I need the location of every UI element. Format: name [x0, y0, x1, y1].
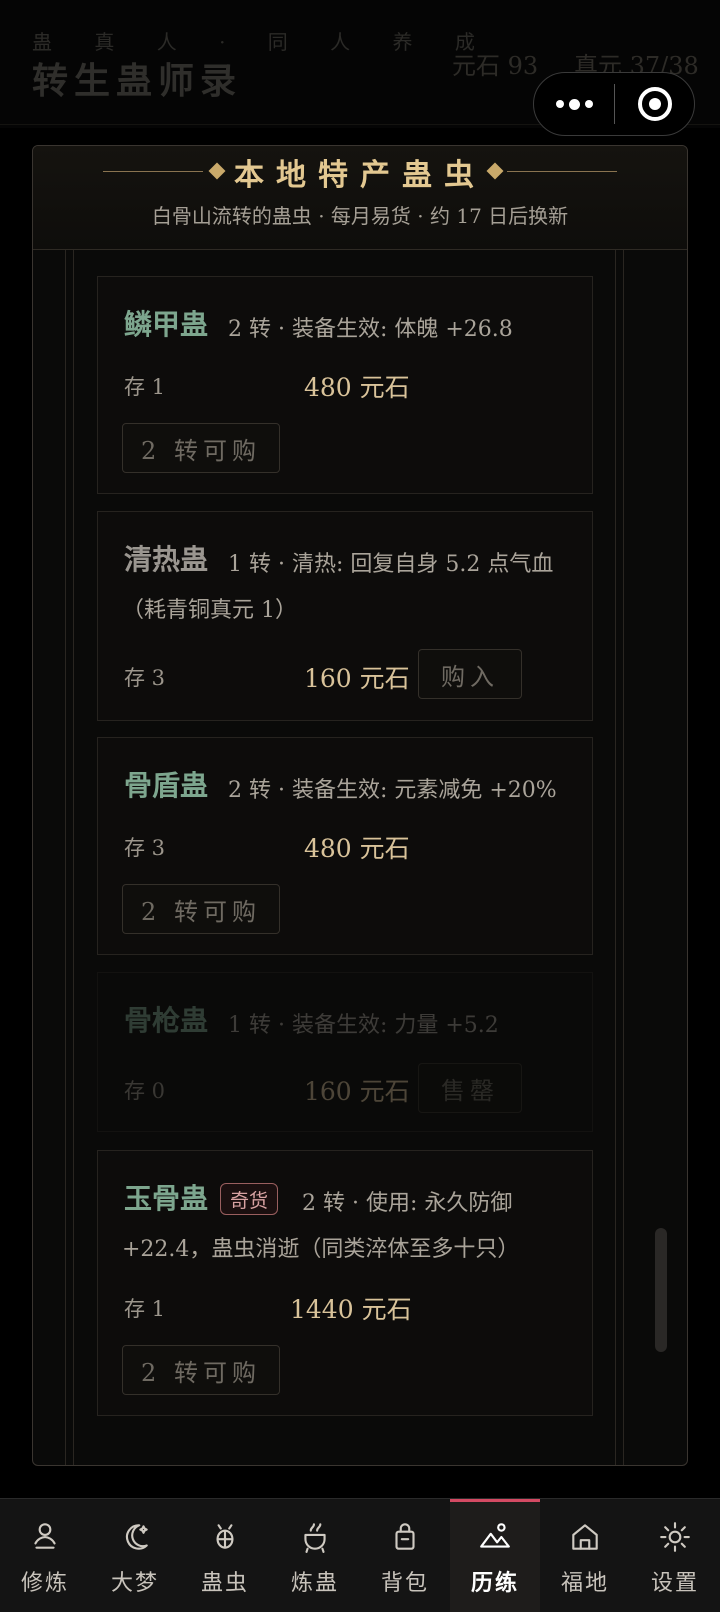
panel-header: 本地特产蛊虫 白骨山流转的蛊虫 · 每月易货 · 约 17 日后换新	[33, 146, 687, 250]
list-item: 玉骨蛊 奇货 2 转 · 使用: 永久防御 +22.4，蛊虫消逝（同类淬体至多十…	[97, 1150, 593, 1416]
local-specialty-panel: 本地特产蛊虫 白骨山流转的蛊虫 · 每月易货 · 约 17 日后换新 鳞甲蛊 2…	[32, 145, 688, 1466]
sold-out-button[interactable]: 售罄	[418, 1063, 522, 1113]
buy-button[interactable]: 2 转可购	[122, 884, 280, 934]
bag-icon	[387, 1519, 423, 1555]
list-item: 骨枪蛊 1 转 · 装备生效: 力量 +5.2 存 0 160 元石 售罄	[97, 972, 593, 1132]
item-name: 骨盾蛊	[124, 769, 209, 802]
tab-trial[interactable]: 历练	[450, 1499, 540, 1612]
item-description: 2 转 · 装备生效: 元素减免 +20%	[228, 778, 557, 803]
house-icon	[567, 1519, 603, 1555]
item-price: 1440 元石	[290, 1295, 412, 1324]
tab-cultivate[interactable]: 修炼	[0, 1499, 90, 1612]
person-icon	[27, 1519, 63, 1555]
item-name: 清热蛊	[124, 543, 209, 576]
item-stock: 存 3	[124, 666, 166, 690]
mountain-icon	[477, 1519, 513, 1555]
bottom-tab-bar: 修炼 大梦 蛊虫 炼蛊 背包 历练 福地 设置	[0, 1498, 720, 1612]
item-description: 1 转 · 装备生效: 力量 +5.2	[228, 1013, 499, 1038]
item-stock: 存 1	[124, 375, 166, 399]
item-name: 玉骨蛊	[124, 1182, 209, 1215]
tab-blessed-land[interactable]: 福地	[540, 1499, 630, 1612]
miniprogram-capsule	[533, 72, 695, 136]
item-description: 1 转 · 清热: 回复自身 5.2 点气血	[228, 552, 554, 577]
tab-label: 福地	[560, 1571, 609, 1596]
list-item: 骨盾蛊 2 转 · 装备生效: 元素减免 +20% 存 3 480 元石 2 转…	[97, 737, 593, 955]
panel-subtitle: 白骨山流转的蛊虫 · 每月易货 · 约 17 日后换新	[151, 204, 569, 228]
tab-label: 蛊虫	[200, 1571, 249, 1596]
panel-rail-right-inner	[615, 146, 616, 1465]
list-item: 清热蛊 1 转 · 清热: 回复自身 5.2 点气血 （耗青铜真元 1） 存 3…	[97, 511, 593, 721]
rare-goods-badge: 奇货	[220, 1183, 279, 1215]
tab-label: 历练	[470, 1570, 519, 1596]
tab-label: 修炼	[20, 1571, 69, 1596]
item-stock: 存 0	[124, 1079, 166, 1103]
panel-rail-left	[65, 146, 66, 1465]
item-price: 160 元石	[304, 1077, 410, 1106]
bug-icon	[207, 1519, 243, 1555]
tab-gu[interactable]: 蛊虫	[180, 1499, 270, 1612]
stone-stat: 元石 93	[452, 52, 539, 80]
list-item: 鳞甲蛊 2 转 · 装备生效: 体魄 +26.8 存 1 480 元石 2 转可…	[97, 276, 593, 494]
title-rule-right	[507, 171, 617, 172]
item-description: 2 转 · 使用: 永久防御	[302, 1191, 513, 1216]
item-price: 480 元石	[304, 373, 410, 402]
moon-icon	[117, 1519, 153, 1555]
tab-refine[interactable]: 炼蛊	[270, 1499, 360, 1612]
panel-title: 本地特产蛊虫	[234, 158, 486, 193]
background-subtitle: 蛊 真 人 · 同 人 养 成	[32, 30, 493, 54]
scrollbar[interactable]	[655, 1228, 667, 1352]
tab-settings[interactable]: 设置	[630, 1499, 720, 1612]
tab-label: 背包	[380, 1571, 429, 1596]
more-menu-icon[interactable]	[534, 73, 614, 135]
item-price: 160 元石	[304, 664, 410, 693]
item-description-cont: +22.4，蛊虫消逝（同类淬体至多十只）	[122, 1237, 520, 1262]
item-stock: 存 3	[124, 836, 166, 860]
gear-icon	[657, 1519, 693, 1555]
buy-button[interactable]: 购入	[418, 649, 522, 699]
buy-button[interactable]: 2 转可购	[122, 423, 280, 473]
buy-button[interactable]: 2 转可购	[122, 1345, 280, 1395]
tab-label: 设置	[650, 1571, 699, 1596]
tab-bag[interactable]: 背包	[360, 1499, 450, 1612]
item-price: 480 元石	[304, 834, 410, 863]
tab-label: 炼蛊	[290, 1571, 339, 1596]
tab-dream[interactable]: 大梦	[90, 1499, 180, 1612]
panel-rail-left-inner	[73, 146, 74, 1465]
tab-label: 大梦	[110, 1571, 159, 1596]
item-name: 鳞甲蛊	[124, 308, 209, 341]
item-name: 骨枪蛊	[124, 1004, 209, 1037]
background-title: 转生蛊师录	[32, 60, 243, 102]
item-description-cont: （耗青铜真元 1）	[122, 598, 297, 623]
panel-rail-right	[623, 146, 624, 1465]
item-stock: 存 1	[124, 1297, 166, 1321]
item-description: 2 转 · 装备生效: 体魄 +26.8	[228, 317, 513, 342]
close-miniprogram-icon[interactable]	[615, 87, 694, 121]
cauldron-icon	[297, 1519, 333, 1555]
